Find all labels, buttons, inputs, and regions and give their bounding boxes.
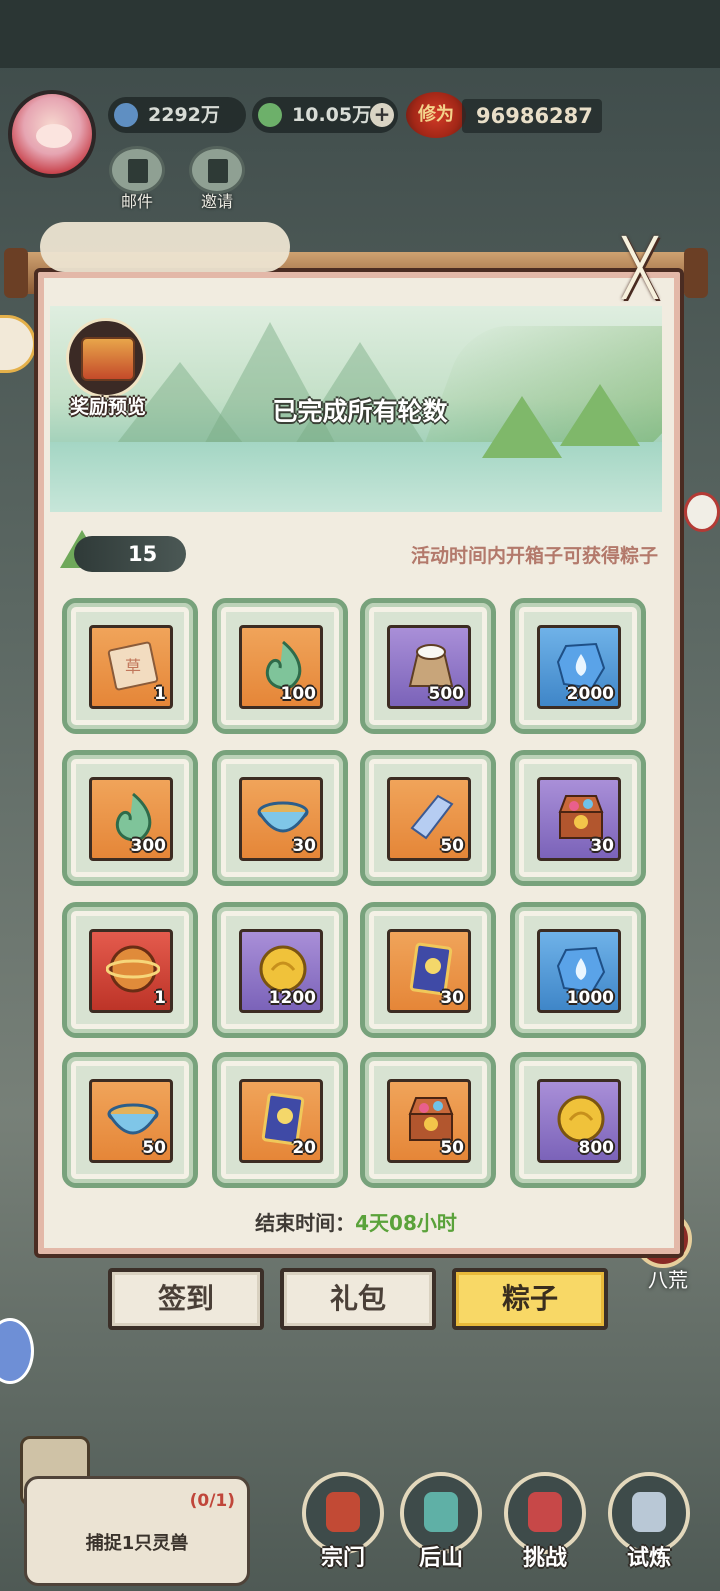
reward-tile: 30	[239, 777, 323, 861]
reward-slot[interactable]: 100	[212, 598, 348, 734]
reward-slot[interactable]: 30	[360, 902, 496, 1038]
orb-icon	[105, 942, 161, 996]
nav-trial[interactable]: 试炼	[604, 1460, 694, 1591]
reward-tile: 50	[387, 1079, 471, 1163]
jade-icon	[258, 103, 282, 127]
reward-tile: 1000	[537, 929, 621, 1013]
reward-quantity: 1200	[268, 988, 316, 1008]
spirit-stone-icon	[114, 103, 138, 127]
reward-quantity: 50	[440, 836, 464, 856]
reward-quantity: 1000	[566, 988, 614, 1008]
nav-challenge[interactable]: 挑战	[500, 1460, 590, 1591]
quest-text: 捕捉1只灵兽	[85, 1533, 189, 1554]
mascot-icon[interactable]	[0, 315, 36, 373]
reward-tile: 100	[239, 625, 323, 709]
tab-zongzi[interactable]: 粽子	[452, 1268, 608, 1330]
cultivation-badge: 修为	[406, 92, 466, 138]
invite-button[interactable]: 邀请	[188, 146, 246, 216]
reward-slot[interactable]: 20	[212, 1052, 348, 1188]
reward-quantity: 500	[428, 684, 465, 704]
status-strip	[0, 0, 720, 68]
nav-sect[interactable]: 宗门	[298, 1460, 388, 1591]
reward-tile: 50	[89, 1079, 173, 1163]
reward-slot[interactable]: 30	[212, 750, 348, 886]
jade-value: 10.05万	[292, 104, 372, 126]
reward-tile: 300	[89, 777, 173, 861]
reward-quantity: 20	[292, 1138, 316, 1158]
reward-quantity: 1	[154, 988, 166, 1008]
spirit-stone-value: 2292万	[148, 104, 220, 126]
mail-icon	[109, 146, 165, 194]
reward-quantity: 50	[440, 1138, 464, 1158]
reward-tile: 500	[387, 625, 471, 709]
activity-hint: 活动时间内开箱子可获得粽子	[410, 545, 658, 567]
reward-quantity: 800	[578, 1138, 615, 1158]
tab-sign-in[interactable]: 签到	[108, 1268, 264, 1330]
nav-trial-label: 试炼	[626, 1545, 671, 1571]
reward-tile: 1	[89, 929, 173, 1013]
bahuang-label: 八荒	[648, 1268, 688, 1292]
end-time-value: 4天08小时	[355, 1211, 457, 1235]
reward-slot[interactable]: 1000	[510, 902, 646, 1038]
cloud-decoration	[40, 222, 290, 272]
reward-slot[interactable]: 1200	[212, 902, 348, 1038]
reward-slot[interactable]: 800	[510, 1052, 646, 1188]
reward-slot[interactable]: 50	[62, 1052, 198, 1188]
event-ball-icon[interactable]	[684, 492, 720, 532]
reward-tile: 30	[537, 777, 621, 861]
reward-quantity: 100	[280, 684, 317, 704]
quest-box[interactable]: (0/1) 捕捉1只灵兽	[24, 1476, 250, 1586]
reward-tile: 1200	[239, 929, 323, 1013]
reward-slot[interactable]: 草1	[62, 598, 198, 734]
player-avatar[interactable]	[8, 90, 96, 178]
reward-slot[interactable]: 2000	[510, 598, 646, 734]
reward-quantity: 30	[292, 836, 316, 856]
reward-slot[interactable]: 50	[360, 1052, 496, 1188]
reward-slot[interactable]: 1	[62, 902, 198, 1038]
reward-tile: 50	[387, 777, 471, 861]
gamepad-icon[interactable]	[0, 1318, 34, 1384]
reward-preview-button[interactable]	[66, 318, 146, 398]
reward-quantity: 1	[154, 684, 166, 704]
reward-quantity: 30	[590, 836, 614, 856]
reward-quantity: 50	[142, 1138, 166, 1158]
end-time-row: 结束时间：4天08小时	[50, 1200, 662, 1246]
round-status-text: 已完成所有轮数	[272, 397, 448, 426]
nav-challenge-label: 挑战	[522, 1545, 567, 1571]
reward-quantity: 300	[130, 836, 167, 856]
water-decoration	[50, 442, 662, 512]
reward-tile: 草1	[89, 625, 173, 709]
zongzi-count: 15	[74, 536, 186, 572]
nav-back-mountain-label: 后山	[418, 1545, 463, 1571]
end-time-label: 结束时间：	[255, 1211, 356, 1235]
spirit-stone-counter: 2292万	[108, 97, 246, 133]
reward-slot[interactable]: 30	[510, 750, 646, 886]
svg-text:草: 草	[125, 657, 141, 676]
reward-tile: 2000	[537, 625, 621, 709]
reward-tile: 800	[537, 1079, 621, 1163]
close-button[interactable]: ╳	[612, 241, 668, 298]
reward-quantity: 2000	[566, 684, 614, 704]
reward-preview-label: 奖励预览	[69, 396, 146, 418]
reward-tile: 30	[387, 929, 471, 1013]
reward-slot[interactable]: 500	[360, 598, 496, 734]
reward-slot[interactable]: 300	[62, 750, 198, 886]
mail-button[interactable]: 邮件	[108, 146, 166, 216]
nav-sect-label: 宗门	[320, 1545, 365, 1571]
invite-icon	[189, 146, 245, 194]
nav-back-mountain[interactable]: 后山	[396, 1460, 486, 1591]
zongzi-icon	[560, 384, 640, 446]
reward-slot[interactable]: 50	[360, 750, 496, 886]
add-jade-button[interactable]: +	[370, 103, 394, 127]
reward-quantity: 30	[440, 988, 464, 1008]
scroll-icon: 草	[106, 638, 160, 692]
tab-gift-pack[interactable]: 礼包	[280, 1268, 436, 1330]
cultivation-value: 96986287	[462, 99, 602, 133]
quest-progress: (0/1)	[189, 1491, 235, 1511]
reward-tile: 20	[239, 1079, 323, 1163]
